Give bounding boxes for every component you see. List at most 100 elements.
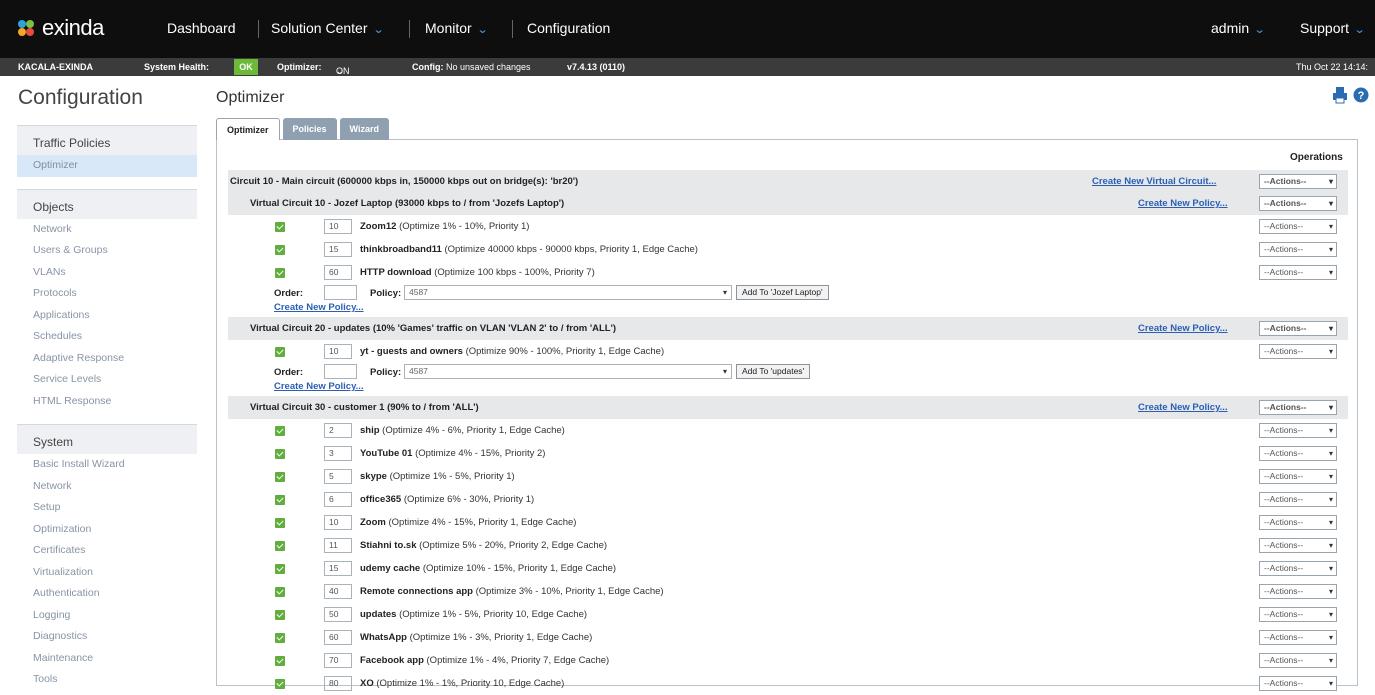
actions-select[interactable]: --Actions-- ▾ xyxy=(1259,492,1337,507)
enabled-checkbox[interactable] xyxy=(275,587,285,597)
support-menu[interactable]: Support ⌄ xyxy=(1300,20,1366,36)
enabled-checkbox[interactable] xyxy=(275,426,285,436)
exinda-logo[interactable]: exinda xyxy=(16,14,104,42)
enabled-checkbox[interactable] xyxy=(275,268,285,278)
actions-select[interactable]: --Actions-- ▾ xyxy=(1259,561,1337,576)
enabled-checkbox[interactable] xyxy=(275,679,285,689)
order-input[interactable]: 6 xyxy=(324,492,352,507)
enabled-checkbox[interactable] xyxy=(275,449,285,459)
printer-icon[interactable] xyxy=(1332,86,1348,104)
order-input[interactable]: 11 xyxy=(324,538,352,553)
actions-select[interactable]: --Actions-- ▾ xyxy=(1259,321,1337,336)
create-policy-link[interactable]: Create New Policy... xyxy=(1138,323,1228,334)
sidebar-item-basic-install-wizard[interactable]: Basic Install Wizard xyxy=(17,454,197,476)
order-input[interactable]: 60 xyxy=(324,265,352,280)
order-input[interactable]: 15 xyxy=(324,242,352,257)
policy-label[interactable]: Remote connections app (Optimize 3% - 10… xyxy=(360,586,664,597)
enabled-checkbox[interactable] xyxy=(275,518,285,528)
sidebar-item-optimizer[interactable]: Optimizer xyxy=(17,155,197,177)
sidebar-group-objects[interactable]: Objects xyxy=(17,188,197,219)
add-to-circuit-button[interactable]: Add To 'Jozef Laptop' xyxy=(736,285,829,300)
enabled-checkbox[interactable] xyxy=(275,610,285,620)
sidebar-item-service-levels[interactable]: Service Levels xyxy=(17,369,197,391)
sidebar-item-authentication[interactable]: Authentication xyxy=(17,583,197,605)
create-policy-link[interactable]: Create New Policy... xyxy=(1138,198,1228,209)
actions-select[interactable]: --Actions-- ▾ xyxy=(1259,653,1337,668)
sidebar-item-tools[interactable]: Tools xyxy=(17,669,197,691)
policy-label[interactable]: Zoom (Optimize 4% - 15%, Priority 1, Edg… xyxy=(360,517,576,528)
sidebar-item-virtualization[interactable]: Virtualization xyxy=(17,562,197,584)
policy-label[interactable]: Facebook app (Optimize 1% - 4%, Priority… xyxy=(360,655,609,666)
enabled-checkbox[interactable] xyxy=(275,347,285,357)
sidebar-item-users-groups[interactable]: Users & Groups xyxy=(17,240,197,262)
sidebar-item-logging[interactable]: Logging xyxy=(17,605,197,627)
policy-label[interactable]: yt - guests and owners (Optimize 90% - 1… xyxy=(360,346,664,357)
create-new-policy-link[interactable]: Create New Policy... xyxy=(274,381,364,392)
policy-label[interactable]: WhatsApp (Optimize 1% - 3%, Priority 1, … xyxy=(360,632,592,643)
create-policy-link[interactable]: Create New Policy... xyxy=(1138,402,1228,413)
enabled-checkbox[interactable] xyxy=(275,564,285,574)
actions-select[interactable]: --Actions-- ▾ xyxy=(1259,630,1337,645)
sidebar-item-certificates[interactable]: Certificates xyxy=(17,540,197,562)
sidebar-item-protocols[interactable]: Protocols xyxy=(17,283,197,305)
sidebar-item-vlans[interactable]: VLANs xyxy=(17,262,197,284)
order-input[interactable] xyxy=(324,285,357,300)
actions-select[interactable]: --Actions-- ▾ xyxy=(1259,423,1337,438)
enabled-checkbox[interactable] xyxy=(275,633,285,643)
sidebar-item-network[interactable]: Network xyxy=(17,219,197,241)
order-input[interactable]: 60 xyxy=(324,630,352,645)
order-input[interactable] xyxy=(324,364,357,379)
policy-label[interactable]: HTTP download (Optimize 100 kbps - 100%,… xyxy=(360,267,595,278)
policy-label[interactable]: Zoom12 (Optimize 1% - 10%, Priority 1) xyxy=(360,221,529,232)
order-input[interactable]: 10 xyxy=(324,344,352,359)
policy-label[interactable]: Stiahni to.sk (Optimize 5% - 20%, Priori… xyxy=(360,540,607,551)
sidebar-item-schedules[interactable]: Schedules xyxy=(17,326,197,348)
enabled-checkbox[interactable] xyxy=(275,222,285,232)
nav-solution-center[interactable]: Solution Center ⌄ xyxy=(271,20,384,36)
order-input[interactable]: 70 xyxy=(324,653,352,668)
sidebar-item-system-network[interactable]: Network xyxy=(17,476,197,498)
order-input[interactable]: 40 xyxy=(324,584,352,599)
add-to-circuit-button[interactable]: Add To 'updates' xyxy=(736,364,811,379)
nav-monitor[interactable]: Monitor ⌄ xyxy=(425,20,488,36)
order-input[interactable]: 3 xyxy=(324,446,352,461)
order-input[interactable]: 5 xyxy=(324,469,352,484)
policy-label[interactable]: office365 (Optimize 6% - 30%, Priority 1… xyxy=(360,494,534,505)
actions-select[interactable]: --Actions-- ▾ xyxy=(1259,538,1337,553)
actions-select[interactable]: --Actions-- ▾ xyxy=(1259,344,1337,359)
enabled-checkbox[interactable] xyxy=(275,541,285,551)
tab-wizard[interactable]: Wizard xyxy=(339,118,389,140)
order-input[interactable]: 50 xyxy=(324,607,352,622)
order-input[interactable]: 10 xyxy=(324,219,352,234)
sidebar-item-html-response[interactable]: HTML Response xyxy=(17,391,197,413)
policy-select[interactable]: 4587 ▾ xyxy=(404,285,732,300)
sidebar-item-diagnostics[interactable]: Diagnostics xyxy=(17,626,197,648)
create-virtual-circuit-link[interactable]: Create New Virtual Circuit... xyxy=(1092,176,1216,187)
order-input[interactable]: 80 xyxy=(324,676,352,691)
policy-label[interactable]: udemy cache (Optimize 10% - 15%, Priorit… xyxy=(360,563,616,574)
tab-policies[interactable]: Policies xyxy=(282,118,337,140)
order-input[interactable]: 2 xyxy=(324,423,352,438)
sidebar-item-applications[interactable]: Applications xyxy=(17,305,197,327)
sidebar-group-traffic-policies[interactable]: Traffic Policies xyxy=(17,125,197,155)
policy-label[interactable]: YouTube 01 (Optimize 4% - 15%, Priority … xyxy=(360,448,545,459)
actions-select[interactable]: --Actions-- ▾ xyxy=(1259,400,1337,415)
actions-select[interactable]: --Actions-- ▾ xyxy=(1259,515,1337,530)
policy-label[interactable]: ship (Optimize 4% - 6%, Priority 1, Edge… xyxy=(360,425,565,436)
actions-select[interactable]: --Actions-- ▾ xyxy=(1259,446,1337,461)
order-input[interactable]: 15 xyxy=(324,561,352,576)
nav-dashboard[interactable]: Dashboard xyxy=(167,20,236,36)
tab-optimizer[interactable]: Optimizer xyxy=(216,118,280,140)
actions-select[interactable]: --Actions-- ▾ xyxy=(1259,584,1337,599)
create-new-policy-link[interactable]: Create New Policy... xyxy=(274,302,364,313)
actions-select[interactable]: --Actions-- ▾ xyxy=(1259,219,1337,234)
policy-label[interactable]: XO (Optimize 1% - 1%, Priority 10, Edge … xyxy=(360,678,564,689)
policy-select[interactable]: 4587 ▾ xyxy=(404,364,732,379)
user-menu[interactable]: admin ⌄ xyxy=(1211,20,1266,36)
sidebar-item-setup[interactable]: Setup xyxy=(17,497,197,519)
sidebar-item-adaptive-response[interactable]: Adaptive Response xyxy=(17,348,197,370)
actions-select[interactable]: --Actions-- ▾ xyxy=(1259,607,1337,622)
policy-label[interactable]: updates (Optimize 1% - 5%, Priority 10, … xyxy=(360,609,587,620)
order-input[interactable]: 10 xyxy=(324,515,352,530)
actions-select[interactable]: --Actions-- ▾ xyxy=(1259,242,1337,257)
